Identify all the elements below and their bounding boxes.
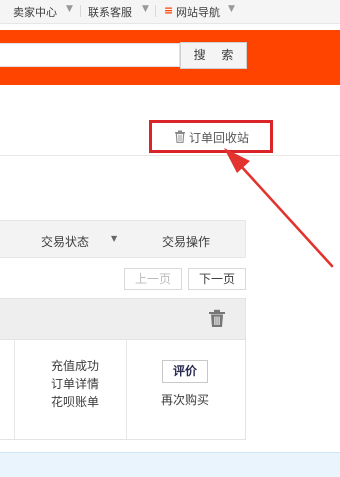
nav-divider: [155, 5, 156, 17]
trash-icon[interactable]: [208, 309, 226, 328]
chevron-down-icon[interactable]: ▼: [66, 4, 73, 14]
order-recycle-bin-link[interactable]: 订单回收站: [189, 129, 249, 146]
next-order-row: [0, 452, 340, 477]
menu-icon: ≡: [164, 4, 174, 17]
top-nav-bar: 卖家中心 ▼ 联系客服 ▼ ≡ 网站导航 ▼: [0, 0, 340, 24]
search-input[interactable]: [0, 43, 180, 67]
trade-status-header[interactable]: 交易状态: [41, 233, 89, 250]
section-divider: [0, 155, 340, 156]
site-nav-link[interactable]: 网站导航: [176, 4, 220, 20]
trash-icon: [175, 130, 185, 143]
huabei-bill-link[interactable]: 花呗账单: [36, 393, 114, 410]
recharge-status-text: 充值成功: [50, 359, 99, 373]
trade-actions-header: 交易操作: [162, 235, 211, 249]
chevron-down-icon[interactable]: ▼: [228, 4, 235, 14]
search-button[interactable]: 搜 索: [180, 42, 247, 69]
orders-table-header: 交易状态 ▼ 交易操作: [0, 220, 246, 258]
evaluate-button[interactable]: 评价: [162, 360, 208, 383]
next-page-button[interactable]: 下一页: [188, 268, 246, 290]
order-details-link[interactable]: 订单详情: [36, 375, 114, 392]
nav-divider: [80, 5, 81, 17]
buy-again-link[interactable]: 再次购买: [150, 391, 220, 408]
cell-divider: [14, 340, 15, 440]
customer-service-link[interactable]: 联系客服: [88, 4, 132, 20]
prev-page-button[interactable]: 上一页: [124, 268, 182, 290]
chevron-down-icon[interactable]: ▼: [111, 234, 117, 243]
seller-center-link[interactable]: 卖家中心: [13, 4, 57, 20]
cell-divider: [126, 340, 127, 440]
chevron-down-icon[interactable]: ▼: [142, 4, 149, 14]
